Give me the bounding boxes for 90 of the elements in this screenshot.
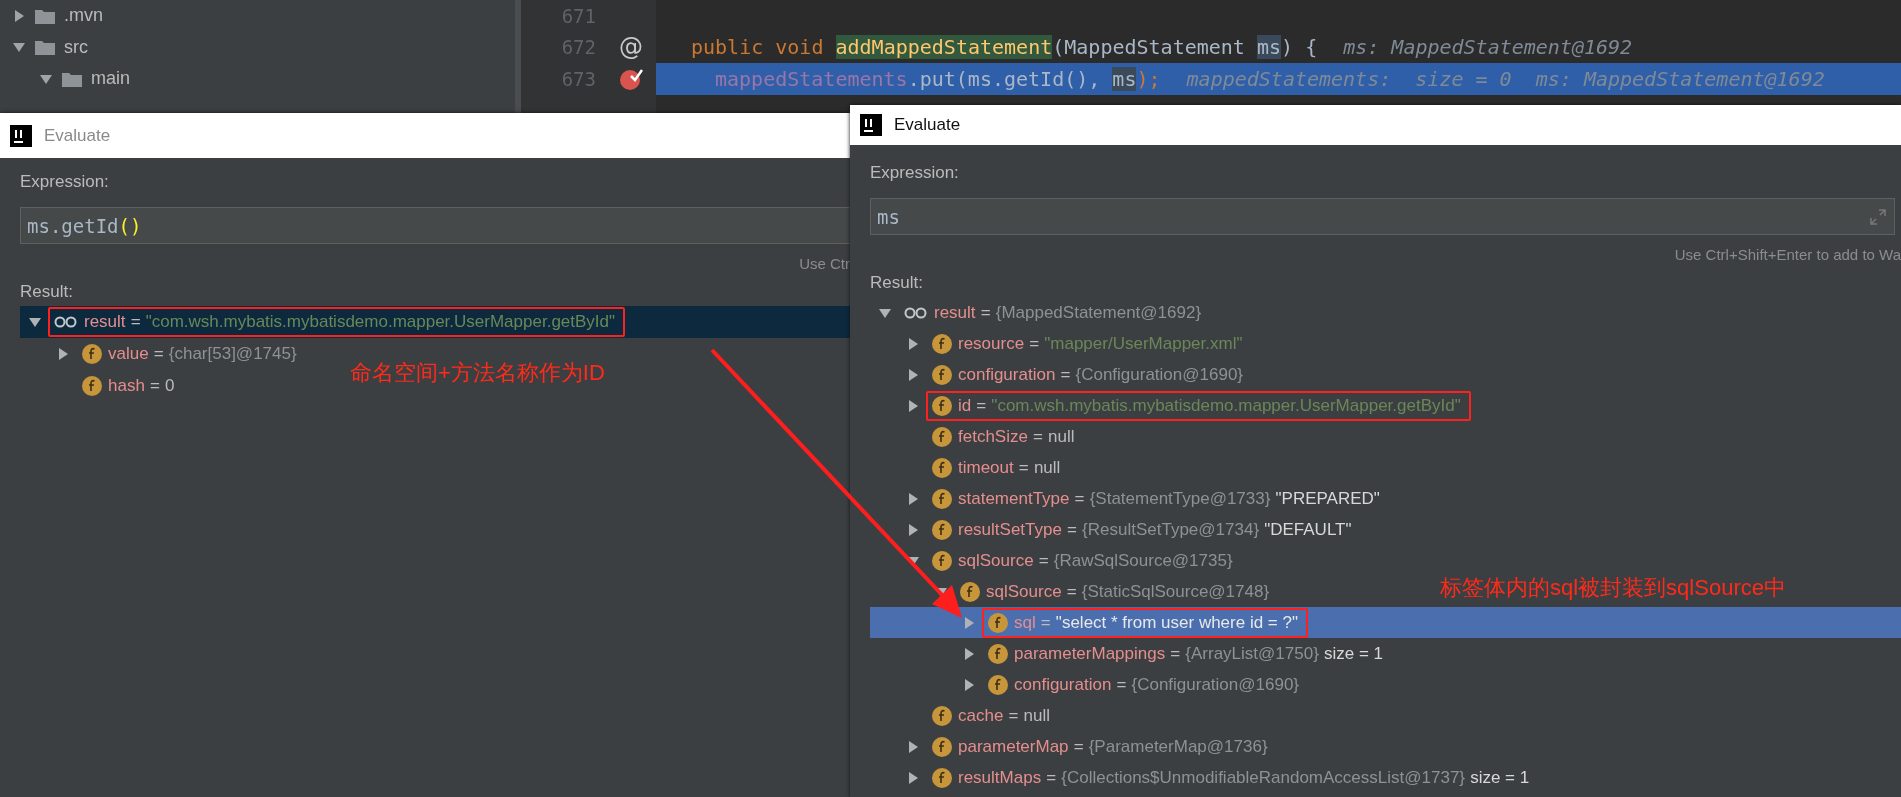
- tree-row[interactable]: cache = null: [870, 700, 1060, 731]
- field-icon: [932, 705, 952, 726]
- app-icon: [860, 114, 882, 136]
- tree-item-text: sqlSource = {RawSqlSource@1735}: [958, 550, 1233, 571]
- hint-text: Use Ctr: [798, 254, 850, 274]
- watch-icon: [904, 305, 928, 320]
- caret-icon[interactable]: [906, 491, 920, 506]
- annotation-text: 命名空间+方法名称作为ID: [350, 359, 605, 387]
- caret-icon[interactable]: [962, 677, 976, 692]
- tree-row[interactable]: resultMaps = {Collections$UnmodifiableRandomAccessList@1737} size = 1: [870, 762, 1540, 793]
- code-line: public void addMappedStatement(MappedStatement ms) { ms: MappedStatement@1692: [690, 34, 1634, 62]
- tree-item-text: parameterMappings = {ArrayList@1750} size = 1: [1014, 643, 1383, 664]
- tree-row[interactable]: sqlSource = {RawSqlSource@1735}: [870, 545, 1243, 576]
- tree-row[interactable]: configuration = {Configuration@1690}: [870, 359, 1254, 390]
- window-title: Evaluate: [894, 115, 961, 135]
- override-marker[interactable]: @: [619, 33, 643, 62]
- tree-row[interactable]: value = {char[53]@1745}: [20, 338, 307, 370]
- tree-item-text: timeout = null: [958, 457, 1061, 478]
- tree-row[interactable]: resource = "mapper/UserMapper.xml": [870, 328, 1253, 359]
- caret-icon[interactable]: [906, 739, 920, 754]
- tree-item-text: result = {MappedStatement@1692}: [934, 302, 1202, 323]
- tree-row[interactable]: parameterMap = {ParameterMap@1736}: [870, 731, 1278, 762]
- tree-item-text: result = "com.wsh.mybatis.mybatisdemo.mapper.UserMapper.getById": [84, 312, 616, 332]
- annotation-text: 标签体内的sql被封装到sqlSource中: [1440, 574, 1786, 602]
- field-icon: [932, 457, 952, 478]
- caret-icon[interactable]: [906, 770, 920, 785]
- tree-row[interactable]: parameterMappings = {ArrayList@1750} size = 1: [870, 638, 1393, 669]
- folder-icon: [35, 39, 55, 56]
- caret-icon[interactable]: [906, 522, 920, 537]
- field-icon: [932, 333, 952, 354]
- tree-row[interactable]: timeout = null: [870, 452, 1071, 483]
- field-icon: [988, 674, 1008, 695]
- caret-icon[interactable]: [906, 336, 920, 351]
- caret-icon[interactable]: [906, 398, 920, 413]
- tree-item-text: id = "com.wsh.mybatis.mybatisdemo.mapper.UserMapper.getById": [958, 395, 1461, 416]
- expression-field[interactable]: ms.getId(): [20, 207, 850, 244]
- folder-icon: [62, 70, 82, 87]
- field-icon: [932, 736, 952, 757]
- field-icon: [932, 395, 952, 416]
- tree-item-text: sqlSource = {StaticSqlSource@1748}: [986, 581, 1270, 602]
- tree-item-text: configuration = {Configuration@1690}: [1014, 674, 1300, 695]
- tree-item-text: parameterMap = {ParameterMap@1736}: [958, 736, 1268, 757]
- field-icon: [82, 344, 102, 364]
- folder-icon: [35, 7, 55, 24]
- tree-item-text: hash = 0: [108, 376, 175, 396]
- field-icon: [932, 364, 952, 385]
- tree-item-text: statementType = {StatementType@1733} "PREPARED": [958, 488, 1380, 509]
- tree-row[interactable]: sql = "select * from user where id = ?": [870, 607, 1901, 638]
- tree-item-text: sql = "select * from user where id = ?": [1014, 612, 1298, 633]
- field-icon: [988, 643, 1008, 664]
- tree-item-text: resultSetType = {ResultSetType@1734} "DEFAULT": [958, 519, 1352, 540]
- field-icon: [82, 376, 102, 396]
- tree-row[interactable]: result = {MappedStatement@1692}: [870, 297, 1212, 328]
- expression-label: Expression:: [20, 171, 110, 193]
- caret-icon[interactable]: [962, 646, 976, 661]
- caret-icon[interactable]: [56, 347, 70, 361]
- field-icon: [932, 519, 952, 540]
- tree-row[interactable]: configuration = {Configuration@1690}: [870, 669, 1310, 700]
- hint-text: Use Ctrl+Shift+Enter to add to Wa: [1673, 245, 1901, 265]
- field-icon: [932, 426, 952, 447]
- app-icon: [10, 124, 32, 147]
- tree-item-text: fetchSize = null: [958, 426, 1075, 447]
- expression-label: Expression:: [870, 162, 960, 184]
- field-icon: [932, 550, 952, 571]
- field-icon: [932, 488, 952, 509]
- tree-item-text: resultMaps = {Collections$UnmodifiableRandomAccessList@1737} size = 1: [958, 767, 1530, 788]
- tree-row[interactable]: resultSetType = {ResultSetType@1734} "DEFAULT": [870, 514, 1362, 545]
- result-label: Result:: [870, 272, 924, 294]
- field-icon: [932, 767, 952, 788]
- tree-row[interactable]: result = "com.wsh.mybatis.mybatisdemo.mapper.UserMapper.getById": [20, 306, 850, 338]
- caret-icon[interactable]: [906, 367, 920, 382]
- tree-item-text: value = {char[53]@1745}: [108, 344, 297, 364]
- folder-name[interactable]: main: [91, 68, 130, 90]
- folder-name[interactable]: .mvn: [64, 5, 103, 27]
- caret-icon[interactable]: [28, 315, 42, 329]
- tree-row[interactable]: statementType = {StatementType@1733} "PREPARED": [870, 483, 1390, 514]
- watch-icon: [54, 315, 78, 329]
- tree-row[interactable]: fetchSize = null: [870, 421, 1085, 452]
- tree-row[interactable]: id = "com.wsh.mybatis.mybatisdemo.mapper.UserMapper.getById": [870, 390, 1471, 421]
- tree-item-text: resource = "mapper/UserMapper.xml": [958, 333, 1243, 354]
- tree-row[interactable]: hash = 0: [20, 370, 185, 402]
- tree-item-text: cache = null: [958, 705, 1050, 726]
- tree-item-text: configuration = {Configuration@1690}: [958, 364, 1244, 385]
- folder-name[interactable]: src: [64, 36, 88, 58]
- expression-field[interactable]: ms: [870, 198, 1895, 235]
- window-title: Evaluate: [44, 125, 111, 146]
- caret-icon[interactable]: [12, 8, 26, 23]
- result-label: Result:: [20, 281, 74, 303]
- field-icon: [960, 581, 980, 602]
- field-icon: [988, 612, 1008, 633]
